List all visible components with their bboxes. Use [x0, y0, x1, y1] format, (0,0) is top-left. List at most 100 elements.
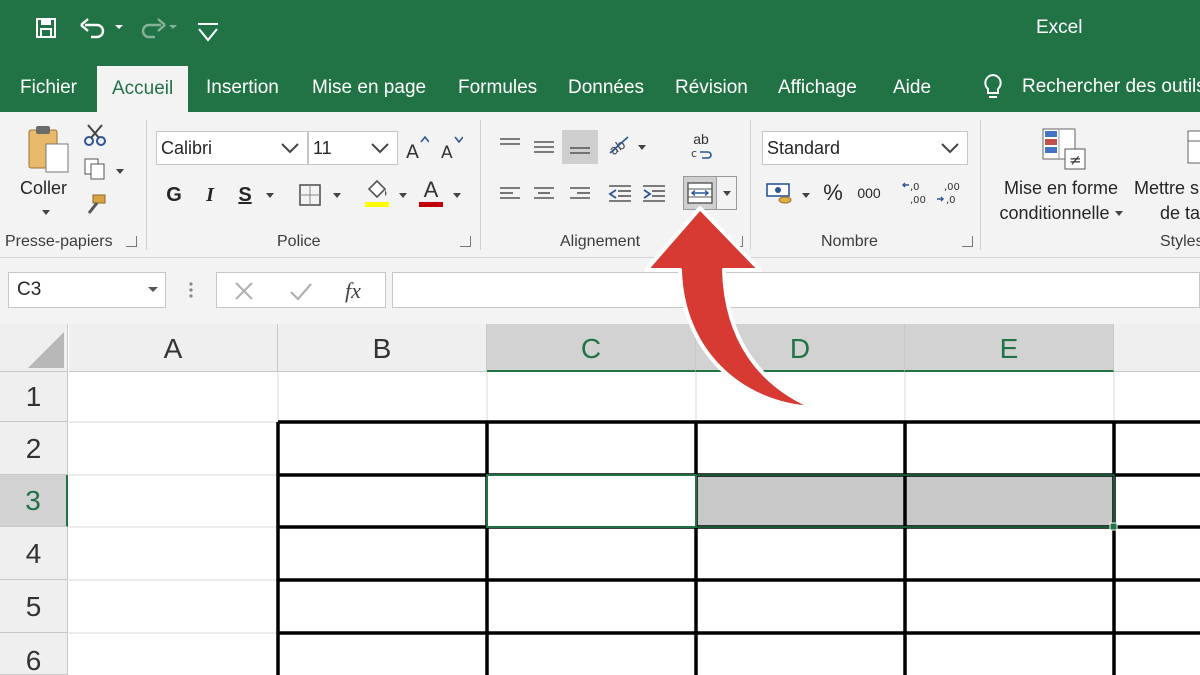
- title-bar: Excel: [0, 0, 1200, 62]
- font-color-swatch: [419, 201, 443, 207]
- tell-me-label: Rechercher des outils: [1022, 76, 1200, 97]
- row-header-1[interactable]: 1: [0, 372, 68, 422]
- copy-icon[interactable]: [82, 156, 108, 182]
- row-header-3[interactable]: 3: [0, 475, 68, 527]
- borders-icon[interactable]: [296, 180, 324, 210]
- column-header-a[interactable]: A: [69, 324, 278, 372]
- ribbon-tabs: Fichier Accueil Insertion Mise en page F…: [0, 62, 1200, 112]
- column-header-b[interactable]: B: [278, 324, 487, 372]
- font-name-dropdown-icon[interactable]: [279, 132, 301, 174]
- fill-color-dropdown-icon[interactable]: [399, 193, 407, 198]
- paste-icon[interactable]: [26, 124, 72, 176]
- svg-text:ab: ab: [607, 137, 629, 159]
- tell-me-search[interactable]: Rechercher des outils: [982, 62, 1200, 112]
- svg-text:,0: ,0: [910, 182, 920, 193]
- conditional-formatting-button[interactable]: Mise en forme conditionnelle: [996, 176, 1126, 226]
- borders-dropdown-icon[interactable]: [333, 193, 341, 198]
- font-color-glyph: A: [423, 176, 439, 202]
- svg-text:A: A: [406, 141, 419, 160]
- bold-button[interactable]: G: [160, 180, 188, 210]
- row-header-2[interactable]: 2: [0, 422, 68, 475]
- font-size-box[interactable]: 11: [308, 131, 398, 165]
- name-box-dropdown-icon[interactable]: [147, 286, 159, 294]
- ribbon: Coller Presse-papiers Calibri 11 A A G I…: [0, 112, 1200, 258]
- row-header-5[interactable]: 5: [0, 580, 68, 633]
- align-bottom-icon[interactable]: [562, 130, 598, 164]
- column-header-e[interactable]: E: [905, 324, 1114, 372]
- cancel-entry-icon[interactable]: [233, 280, 255, 302]
- format-painter-icon[interactable]: [82, 192, 108, 218]
- name-box[interactable]: C3: [8, 272, 166, 308]
- paste-label[interactable]: Coller: [20, 176, 67, 201]
- number-format-value: Standard: [767, 138, 841, 158]
- underline-button[interactable]: S: [231, 180, 259, 210]
- align-left-icon[interactable]: [496, 180, 524, 208]
- font-name-box[interactable]: Calibri: [156, 131, 308, 165]
- align-right-icon[interactable]: [566, 180, 594, 208]
- group-separator: [480, 120, 481, 250]
- row-header-6[interactable]: 6: [0, 633, 68, 675]
- orientation-icon[interactable]: ab: [604, 130, 636, 160]
- font-color-dropdown-icon[interactable]: [453, 193, 461, 198]
- decrease-font-size-icon[interactable]: A: [438, 132, 464, 162]
- confirm-entry-icon[interactable]: [289, 280, 313, 302]
- number-format-dropdown-icon[interactable]: [939, 132, 961, 174]
- format-as-table-line1: Mettre s: [1134, 178, 1200, 198]
- align-center-icon[interactable]: [530, 180, 558, 208]
- align-top-icon[interactable]: [496, 132, 524, 160]
- fill-handle[interactable]: [1109, 522, 1118, 531]
- tab-mise-en-page[interactable]: Mise en page: [312, 62, 426, 112]
- column-header-next[interactable]: [1114, 324, 1200, 372]
- font-size-value: 11: [313, 138, 332, 158]
- tab-fichier[interactable]: Fichier: [20, 62, 77, 112]
- orientation-dropdown-icon[interactable]: [638, 145, 646, 150]
- customize-qat-icon[interactable]: [194, 14, 222, 50]
- cut-icon[interactable]: [82, 122, 108, 148]
- tab-revision[interactable]: Révision: [675, 62, 748, 112]
- font-launcher-icon[interactable]: [460, 236, 471, 247]
- svg-text:≠: ≠: [1069, 151, 1082, 169]
- format-as-table-button[interactable]: Mettre s de ta: [1134, 176, 1200, 226]
- row-header-4[interactable]: 4: [0, 527, 68, 580]
- formula-bar-grip-icon: [189, 282, 193, 298]
- number-launcher-icon[interactable]: [962, 236, 973, 247]
- tab-insertion[interactable]: Insertion: [206, 62, 279, 112]
- tab-affichage[interactable]: Affichage: [778, 62, 857, 112]
- thousands-separator-button[interactable]: 000: [854, 178, 884, 208]
- font-name-value: Calibri: [161, 138, 213, 158]
- tab-formules[interactable]: Formules: [458, 62, 537, 112]
- font-size-dropdown-icon[interactable]: [369, 132, 391, 174]
- svg-text:c: c: [691, 147, 697, 160]
- svg-text:,00: ,00: [910, 195, 926, 206]
- italic-button[interactable]: I: [196, 180, 224, 210]
- font-color-icon[interactable]: A: [416, 174, 446, 210]
- group-alignment-label: Alignement: [560, 233, 641, 250]
- conditional-formatting-icon[interactable]: ≠: [1040, 126, 1088, 172]
- tab-accueil[interactable]: Accueil: [97, 66, 189, 112]
- fill-color-icon[interactable]: [362, 176, 392, 210]
- copy-dropdown-icon[interactable]: [116, 169, 124, 174]
- select-all-corner[interactable]: [0, 324, 68, 372]
- svg-text:,0: ,0: [946, 195, 956, 206]
- number-format-box[interactable]: Standard: [762, 131, 968, 165]
- tab-aide[interactable]: Aide: [893, 62, 931, 112]
- wrap-text-icon[interactable]: ab c: [686, 130, 716, 162]
- undo-icon[interactable]: [78, 10, 124, 46]
- clipboard-launcher-icon[interactable]: [126, 236, 137, 247]
- active-cell-c3[interactable]: [486, 474, 697, 528]
- paste-dropdown-icon[interactable]: [42, 210, 50, 215]
- underline-dropdown-icon[interactable]: [266, 193, 274, 198]
- lightbulb-icon: [984, 73, 1002, 98]
- align-middle-icon[interactable]: [530, 132, 558, 160]
- increase-font-size-icon[interactable]: A: [404, 132, 430, 162]
- accounting-dropdown-icon[interactable]: [802, 193, 810, 198]
- conditional-formatting-dropdown-icon: [1114, 211, 1123, 216]
- format-as-table-line2: de ta: [1160, 203, 1200, 223]
- format-as-table-icon[interactable]: [1186, 126, 1200, 172]
- tab-donnees[interactable]: Données: [568, 62, 644, 112]
- save-icon[interactable]: [32, 10, 60, 46]
- decrease-decimal-icon[interactable]: ,00,0: [936, 178, 962, 208]
- insert-function-icon[interactable]: fx: [345, 278, 361, 304]
- increase-decimal-icon[interactable]: ,0,00: [902, 178, 928, 208]
- redo-icon[interactable]: [134, 10, 180, 46]
